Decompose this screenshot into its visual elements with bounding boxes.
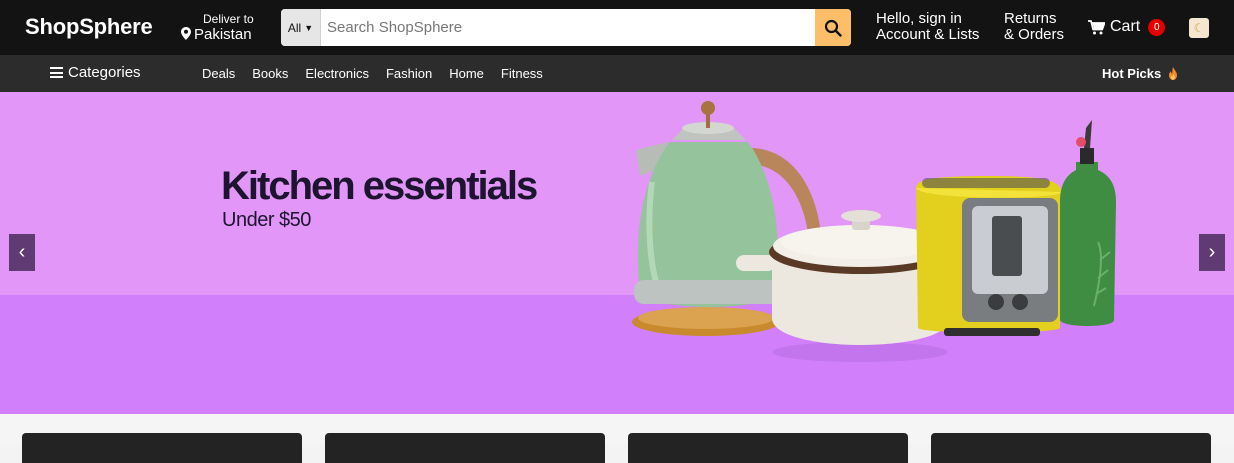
hero-product-illustration	[632, 101, 1116, 362]
location-pin-icon	[181, 27, 191, 40]
hero-title: Kitchen essentials	[221, 164, 538, 208]
hero-subtitle: Under $50	[222, 209, 311, 231]
category-nav: Categories Deals Books Electronics Fashi…	[0, 55, 1234, 92]
product-card[interactable]	[931, 433, 1211, 463]
nav-links: Deals Books Electronics Fashion Home Fit…	[202, 66, 560, 81]
oil-bottle-image	[1060, 120, 1116, 326]
nav-link-deals[interactable]: Deals	[202, 66, 235, 81]
search-bar: All ▼	[281, 9, 851, 46]
deliver-to-label: Deliver to	[203, 12, 254, 26]
search-button[interactable]	[815, 9, 851, 46]
search-category-select[interactable]: All ▼	[281, 9, 321, 46]
moon-icon: ☾	[1193, 21, 1205, 35]
orders-label: & Orders	[1004, 26, 1065, 43]
nav-link-fashion[interactable]: Fashion	[386, 66, 432, 81]
account-greeting: Hello, sign in	[876, 10, 962, 27]
categories-label: Categories	[68, 64, 141, 81]
hamburger-icon	[50, 67, 63, 78]
nav-link-home[interactable]: Home	[449, 66, 484, 81]
chevron-right-icon: ›	[1208, 241, 1216, 263]
theme-toggle-button[interactable]: ☾	[1189, 18, 1209, 38]
deliver-to-selector[interactable]: Deliver to Pakistan	[181, 12, 254, 43]
cart-icon	[1088, 19, 1105, 34]
fire-icon	[1168, 67, 1177, 80]
product-card[interactable]	[22, 433, 302, 463]
returns-orders-link[interactable]: Returns & Orders	[1004, 11, 1064, 43]
cart-label: Cart	[1110, 18, 1141, 35]
returns-label: Returns	[1004, 10, 1057, 27]
nav-link-fitness[interactable]: Fitness	[501, 66, 543, 81]
hot-picks-label: Hot Picks	[1102, 66, 1162, 81]
carousel-prev-button[interactable]: ‹	[9, 234, 35, 271]
account-menu[interactable]: Hello, sign in Account & Lists	[876, 11, 979, 43]
product-card[interactable]	[628, 433, 908, 463]
chevron-down-icon: ▼	[304, 22, 314, 33]
search-input[interactable]	[321, 9, 815, 46]
search-icon	[824, 19, 842, 37]
carousel-next-button[interactable]: ›	[1199, 234, 1225, 271]
nav-link-books[interactable]: Books	[252, 66, 288, 81]
product-card[interactable]	[325, 433, 605, 463]
hot-picks-link[interactable]: Hot Picks	[1102, 66, 1178, 81]
account-lists-label: Account & Lists	[876, 26, 980, 43]
hero-banner[interactable]: Kitchen essentials Under $50	[0, 92, 1234, 414]
top-header: ShopSphere Deliver to Pakistan All ▼ Hel…	[0, 0, 1234, 55]
categories-menu-button[interactable]: Categories	[50, 64, 141, 81]
cart-button[interactable]: Cart 0	[1088, 18, 1166, 36]
cart-count-badge: 0	[1148, 18, 1166, 36]
toaster-image	[916, 176, 1062, 336]
chevron-left-icon: ‹	[18, 241, 26, 263]
nav-link-electronics[interactable]: Electronics	[305, 66, 369, 81]
product-card-row	[0, 414, 1234, 463]
site-logo[interactable]: ShopSphere	[25, 14, 153, 40]
search-category-value: All	[287, 20, 302, 35]
deliver-location: Pakistan	[194, 26, 252, 43]
